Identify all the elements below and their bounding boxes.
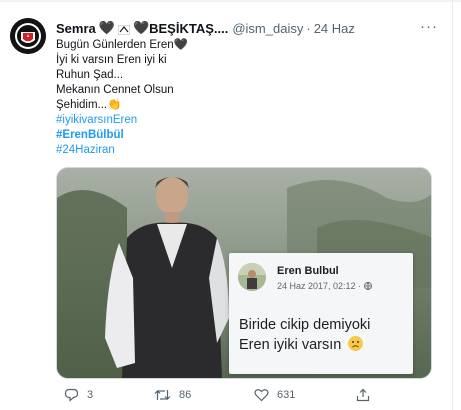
- share-icon: [356, 388, 370, 402]
- tweet-text-line: Mekanın Cennet Olsun: [56, 84, 174, 96]
- black-heart-icon-2: 🖤: [132, 20, 150, 35]
- tweet-text-line: Ruhun Şad...: [56, 69, 124, 81]
- hashtag-link[interactable]: #ErenBülbül: [56, 128, 188, 143]
- author-handle[interactable]: @ism_daisy: [232, 21, 303, 36]
- like-button[interactable]: 631: [254, 388, 295, 402]
- more-options-icon[interactable]: ···: [420, 18, 438, 35]
- globe-icon: [363, 282, 372, 290]
- tweet-timestamp[interactable]: 24 Haz: [314, 21, 355, 36]
- avatar[interactable]: [10, 18, 46, 54]
- eagle-flag-icon: [117, 23, 131, 36]
- separator-dot: ·: [306, 20, 311, 36]
- like-count: 631: [277, 389, 296, 401]
- sad-face-icon: [348, 336, 364, 351]
- share-button[interactable]: [356, 388, 378, 402]
- reply-icon: [64, 388, 79, 402]
- hashtag-link[interactable]: #24Haziran: [56, 143, 188, 158]
- top-divider: [0, 0, 461, 2]
- tweet-header: Semra 🖤 🖤 BEŞİKTAŞ.... @ism_daisy · 24 H…: [56, 20, 355, 36]
- retweet-count: 86: [179, 389, 192, 401]
- tweet-actions: 3 86 631: [56, 388, 436, 406]
- card-text-line: Biride cikip demiyoki: [239, 317, 371, 333]
- card-text: Biride cikip demiyoki Eren iyiki varsın: [239, 315, 370, 355]
- card-text-line: Eren iyiki varsın: [239, 337, 342, 353]
- reply-button[interactable]: 3: [64, 388, 93, 402]
- reply-count: 3: [87, 389, 94, 401]
- tweet-text-line: İyi ki varsın Eren iyi ki: [56, 54, 167, 66]
- retweet-icon: [154, 390, 171, 400]
- timeline-border: [452, 0, 453, 410]
- card-date-text: 24 Haz 2017, 02:12 ·: [277, 281, 364, 291]
- hashtag-link[interactable]: #iyikivarsınEren: [56, 113, 188, 128]
- tweet-media-image[interactable]: Eren Bulbul 24 Haz 2017, 02:12 · Biride …: [56, 167, 432, 379]
- heart-icon: [254, 389, 269, 402]
- card-text-line-2: Eren iyiki varsın: [239, 335, 370, 355]
- screenshot-card: Eren Bulbul 24 Haz 2017, 02:12 · Biride …: [229, 253, 413, 374]
- tweet-text-line: Bugün Günlerden Eren🖤: [56, 39, 188, 51]
- retweet-button[interactable]: 86: [154, 388, 191, 402]
- card-author-name: Eren Bulbul: [277, 265, 339, 277]
- card-avatar: [238, 263, 266, 291]
- author-name[interactable]: Semra: [56, 21, 96, 36]
- author-name-suffix[interactable]: BEŞİKTAŞ....: [149, 21, 228, 36]
- card-date: 24 Haz 2017, 02:12 ·: [277, 281, 372, 291]
- tweet-text-line: Şehidim...👏: [56, 99, 122, 111]
- black-heart-icon: 🖤: [98, 20, 115, 35]
- tweet-text: Bugün Günlerden Eren🖤 İyi ki varsın Eren…: [56, 38, 188, 158]
